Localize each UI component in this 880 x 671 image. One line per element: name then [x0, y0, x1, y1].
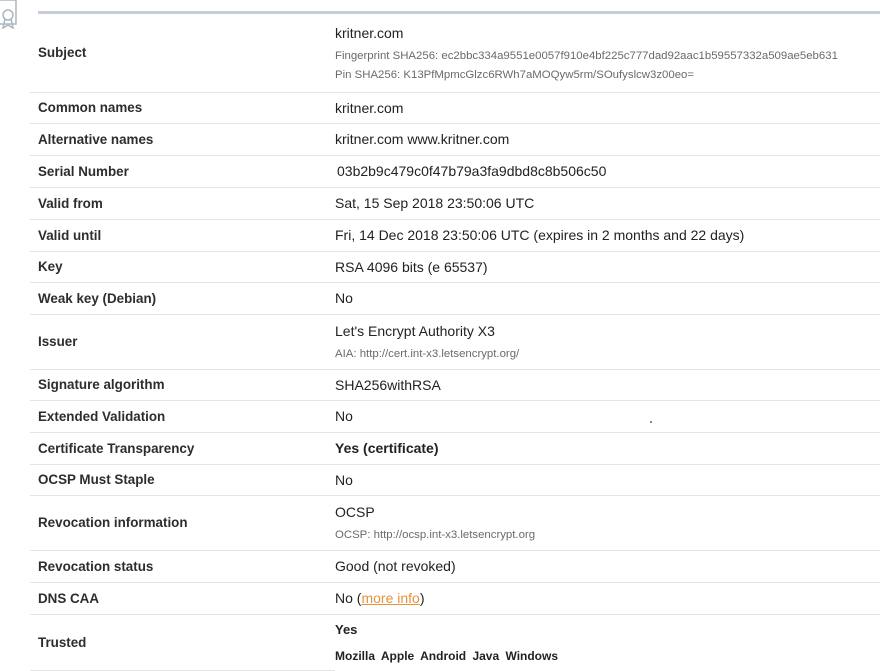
weak-key-value: No — [335, 282, 880, 315]
row-serial-number: Serial Number 03b2b9c479c0f47b79a3fa9dbd… — [30, 155, 880, 188]
row-alternative-names: Alternative names kritner.com www.kritne… — [30, 123, 880, 156]
row-label: Revocation information — [30, 495, 335, 551]
stray-dot — [650, 421, 652, 423]
row-valid-from: Valid from Sat, 15 Sep 2018 23:50:06 UTC — [30, 187, 880, 220]
row-label: Trusted — [30, 614, 335, 671]
serial-number-value: 03b2b9c479c0f47b79a3fa9dbd8c8b506c50 — [335, 155, 880, 188]
row-valid-until: Valid until Fri, 14 Dec 2018 23:50:06 UT… — [30, 219, 880, 252]
row-label: Weak key (Debian) — [30, 282, 335, 315]
row-label: Valid until — [30, 219, 335, 252]
row-ocsp-must-staple: OCSP Must Staple No — [30, 464, 880, 496]
valid-until-value: Fri, 14 Dec 2018 23:50:06 UTC (expires i… — [335, 219, 880, 252]
more-info-link[interactable]: more info — [361, 590, 419, 606]
issuer-aia: AIA: http://cert.int-x3.letsencrypt.org/ — [335, 348, 520, 360]
subject-value: kritner.com — [335, 24, 404, 41]
dns-caa-value: No — [335, 590, 353, 606]
row-label: Key — [30, 251, 335, 283]
row-label: Revocation status — [30, 550, 335, 583]
row-label: Certificate Transparency — [30, 432, 335, 465]
certificate-details-table: Subject kritner.com Fingerprint SHA256: … — [30, 14, 880, 671]
valid-from-value: Sat, 15 Sep 2018 23:50:06 UTC — [335, 187, 880, 220]
row-revocation-status: Revocation status Good (not revoked) — [30, 550, 880, 583]
row-revocation-information: Revocation information OCSP OCSP: http:/… — [30, 495, 880, 551]
pin-sha256: Pin SHA256: K13PfMpmcGlzc6RWh7aMOQyw5rm/… — [335, 68, 695, 81]
extended-validation-value: No — [335, 400, 880, 433]
trusted-value: Yes — [335, 621, 358, 637]
certificate-transparency-value: Yes (certificate) — [335, 432, 880, 465]
row-label: Extended Validation — [30, 400, 335, 433]
issuer-value: Let's Encrypt Authority X3 — [335, 323, 495, 339]
row-issuer: Issuer Let's Encrypt Authority X3 AIA: h… — [30, 314, 880, 370]
row-label: Serial Number — [30, 155, 335, 188]
row-common-names: Common names kritner.com — [30, 92, 880, 124]
ocsp-must-staple-value: No — [335, 464, 880, 496]
row-dns-caa: DNS CAA No (more info) — [30, 582, 880, 615]
row-certificate-transparency: Certificate Transparency Yes (certificat… — [30, 432, 880, 465]
row-label: Alternative names — [30, 123, 335, 156]
row-signature-algorithm: Signature algorithm SHA256withRSA — [30, 369, 880, 401]
row-label: Valid from — [30, 187, 335, 220]
trusted-platforms: Mozilla Apple Android Java Windows — [335, 648, 559, 663]
row-trusted: Trusted Yes Mozilla Apple Android Java W… — [30, 614, 880, 671]
row-weak-key: Weak key (Debian) No — [30, 282, 880, 315]
row-label: Signature algorithm — [30, 369, 335, 401]
row-label: Issuer — [30, 314, 335, 370]
alternative-names-value: kritner.com www.kritner.com — [335, 123, 880, 156]
certificate-icon — [0, 0, 17, 30]
row-extended-validation: Extended Validation No — [30, 400, 880, 433]
row-subject: Subject kritner.com Fingerprint SHA256: … — [30, 14, 880, 93]
revocation-information-value: OCSP — [335, 504, 375, 520]
signature-algorithm-value: SHA256withRSA — [335, 369, 880, 401]
common-names-value: kritner.com — [335, 92, 880, 124]
fingerprint-sha256: Fingerprint SHA256: ec2bbc334a9551e0057f… — [335, 49, 838, 62]
key-value: RSA 4096 bits (e 65537) — [335, 251, 880, 283]
row-label: OCSP Must Staple — [30, 464, 335, 496]
row-label: Common names — [30, 92, 335, 124]
revocation-status-value: Good (not revoked) — [335, 550, 880, 583]
ocsp-url: OCSP: http://ocsp.int-x3.letsencrypt.org — [335, 529, 536, 541]
row-key: Key RSA 4096 bits (e 65537) — [30, 251, 880, 283]
row-label: Subject — [30, 14, 335, 93]
row-label: DNS CAA — [30, 582, 335, 615]
